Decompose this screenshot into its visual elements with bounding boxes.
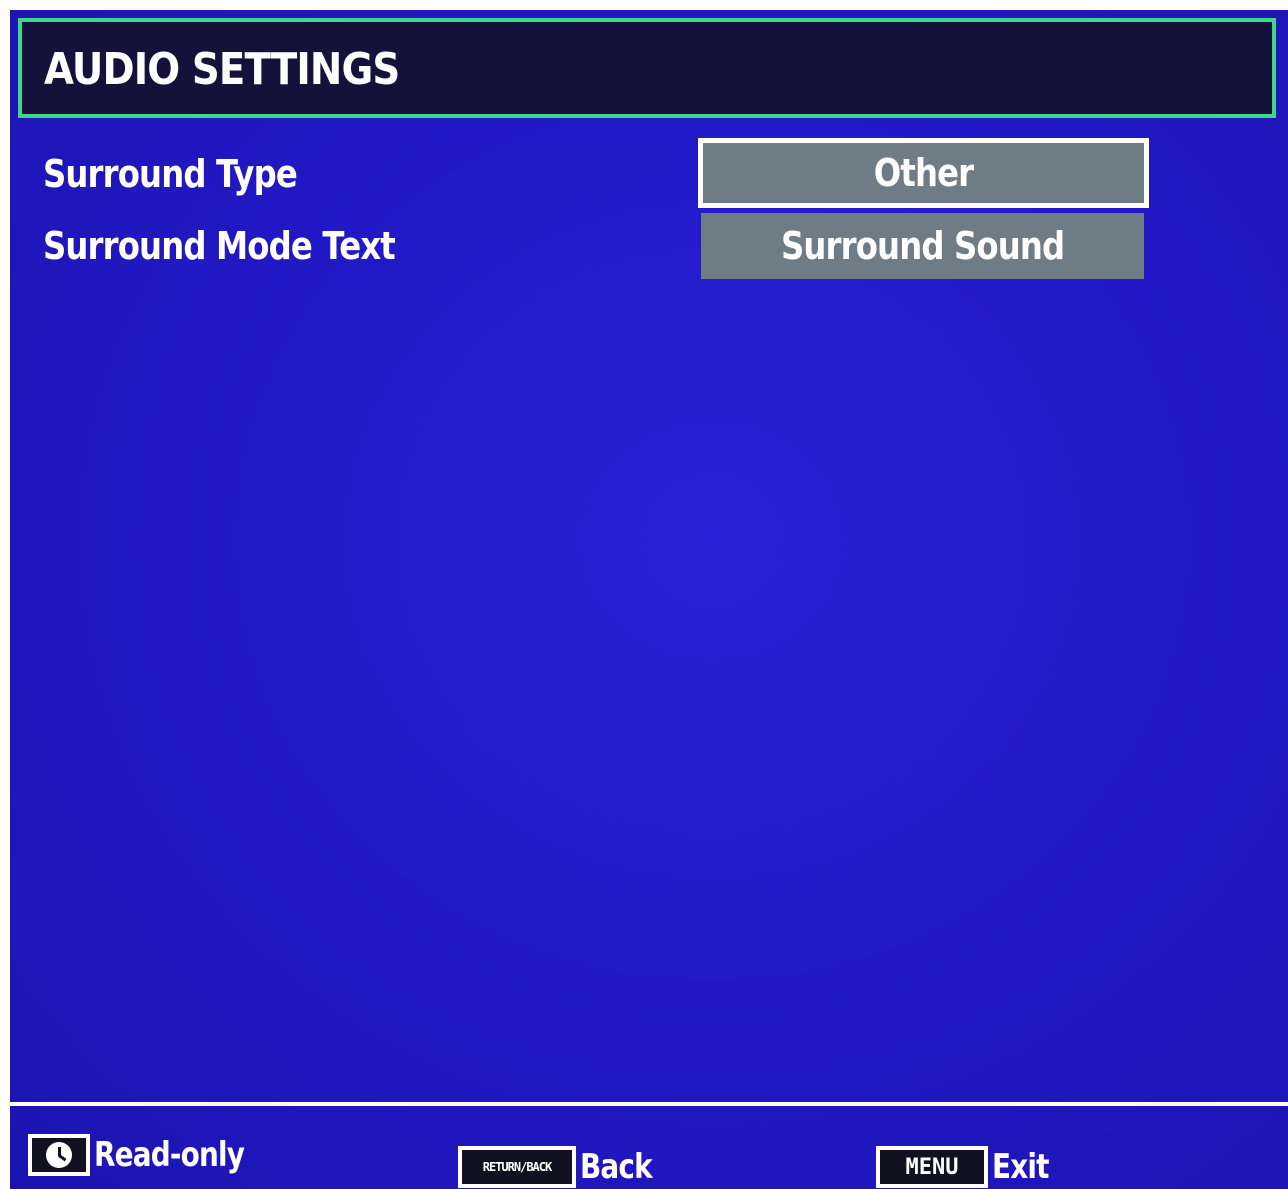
- menu-key-label: MENU: [905, 1154, 959, 1180]
- read-only-key: [28, 1134, 90, 1176]
- page-title: AUDIO SETTINGS: [44, 44, 400, 95]
- menu-key[interactable]: MENU: [876, 1146, 988, 1188]
- footer-read-only-hint: Read-only: [28, 1128, 277, 1182]
- surround-mode-text-label: Surround Mode Text: [43, 224, 396, 268]
- surround-type-value: Other: [873, 151, 974, 195]
- surround-mode-text-value: Surround Sound: [780, 224, 1065, 268]
- surround-type-selector[interactable]: Other: [698, 138, 1149, 208]
- title-bar: AUDIO SETTINGS: [18, 18, 1276, 118]
- footer-back-hint[interactable]: RETURN/BACK Back: [458, 1140, 668, 1189]
- back-key-label: RETURN/BACK: [482, 1160, 552, 1174]
- footer-divider: [10, 1102, 1288, 1106]
- footer-exit-hint[interactable]: MENU Exit: [876, 1140, 1061, 1189]
- back-key[interactable]: RETURN/BACK: [458, 1146, 576, 1188]
- read-only-label: Read-only: [94, 1135, 245, 1175]
- surround-type-label: Surround Type: [43, 152, 298, 196]
- back-label: Back: [580, 1147, 653, 1187]
- tv-osd-screen: AUDIO SETTINGS Surround Type Other Surro…: [10, 10, 1288, 1189]
- clock-icon: [46, 1142, 72, 1168]
- exit-label: Exit: [992, 1147, 1049, 1187]
- surround-mode-text-selector[interactable]: Surround Sound: [701, 213, 1144, 279]
